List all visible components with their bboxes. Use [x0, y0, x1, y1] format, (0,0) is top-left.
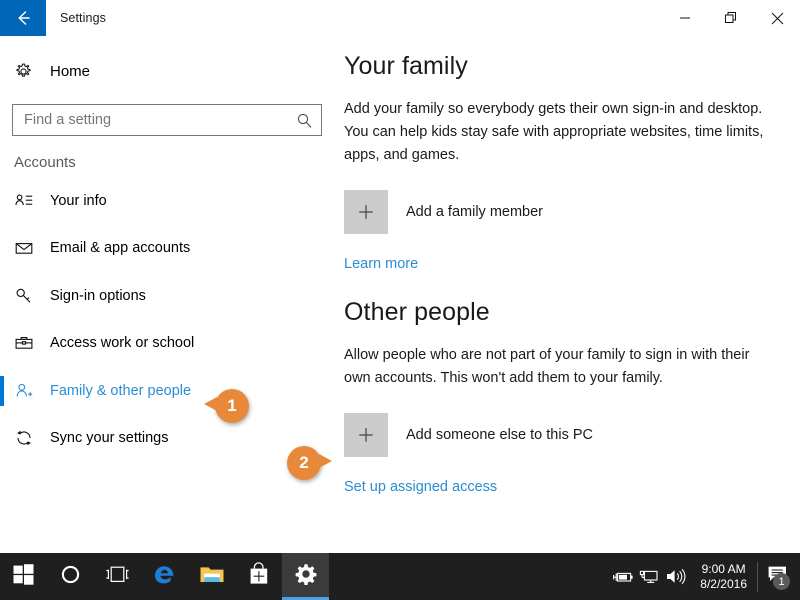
sidebar-item-label: Your info: [50, 192, 107, 209]
add-family-member-label: Add a family member: [406, 204, 543, 220]
set-up-assigned-access-link[interactable]: Set up assigned access: [344, 479, 497, 495]
add-someone-else-label: Add someone else to this PC: [406, 427, 593, 443]
sidebar-item-label: Access work or school: [50, 335, 195, 352]
edge-button[interactable]: [141, 553, 188, 600]
callout-tail: [319, 454, 332, 468]
family-description: Add your family so everybody gets their …: [344, 101, 764, 163]
callout-tail: [204, 397, 217, 411]
minimize-icon: [679, 12, 691, 24]
circle-icon: [60, 564, 81, 590]
sidebar-group-title: Accounts: [14, 154, 76, 171]
plus-icon: [344, 190, 388, 234]
plus-icon: [344, 413, 388, 457]
search-box[interactable]: [12, 104, 322, 136]
page-title-other-people: Other people: [344, 298, 490, 326]
gear-icon: [295, 563, 317, 590]
selection-accent-bar: [0, 234, 4, 264]
page-title-your-family: Your family: [344, 52, 468, 80]
back-arrow-icon: [12, 7, 34, 29]
sidebar-item-label: Sync your settings: [50, 430, 169, 447]
search-icon[interactable]: [292, 112, 313, 129]
action-center-button[interactable]: 1: [758, 553, 796, 600]
restore-button[interactable]: [708, 0, 754, 36]
battery-charging-icon[interactable]: [610, 553, 636, 600]
contact-card-icon: [14, 191, 46, 211]
selection-accent-bar: [0, 424, 4, 454]
task-view-button[interactable]: [94, 553, 141, 600]
sidebar-item-label: Email & app accounts: [50, 240, 191, 257]
taskbar-spacer: [329, 553, 610, 600]
close-button[interactable]: [754, 0, 800, 36]
windows-logo-icon: [13, 563, 34, 590]
sidebar: Home Accounts: [0, 36, 336, 553]
section-divider: [344, 273, 774, 298]
person-add-icon: [14, 381, 46, 401]
selection-accent-bar: [0, 281, 4, 311]
clock-time: 9:00 AM: [701, 561, 746, 576]
other-people-description: Allow people who are not part of your fa…: [344, 347, 750, 386]
notification-badge: 1: [773, 573, 790, 590]
main-content: Your family Add your family so everybody…: [336, 36, 800, 553]
close-icon: [771, 12, 784, 25]
sidebar-nav-list: Your info Email & app accounts Sign-in o…: [0, 177, 336, 462]
selection-accent-bar: [0, 376, 4, 406]
gear-icon: [14, 62, 46, 81]
clock[interactable]: 9:00 AM 8/2/2016: [688, 553, 757, 600]
selection-accent-bar: [0, 329, 4, 359]
settings-button[interactable]: [282, 553, 329, 600]
callout-badge-number: 1: [227, 396, 237, 415]
back-button[interactable]: [0, 0, 46, 36]
sidebar-item-family-other-people[interactable]: Family & other people: [0, 367, 336, 415]
system-tray: 9:00 AM 8/2/2016 1: [610, 553, 800, 600]
title-bar: Settings: [0, 0, 800, 36]
network-monitor-icon[interactable]: [636, 553, 662, 600]
clock-date: 8/2/2016: [700, 576, 747, 591]
key-icon: [14, 286, 46, 306]
add-someone-else-button[interactable]: Add someone else to this PC: [344, 413, 593, 457]
learn-more-link[interactable]: Learn more: [344, 256, 418, 272]
callout-badge-number: 2: [299, 453, 309, 472]
callout-badge-2: 2: [287, 446, 332, 480]
sidebar-home-label: Home: [50, 62, 91, 80]
sidebar-item-access-work-or-school[interactable]: Access work or school: [0, 320, 336, 368]
callout-badge-1: 1: [204, 389, 249, 423]
add-family-member-button[interactable]: Add a family member: [344, 190, 543, 234]
volume-icon[interactable]: [662, 553, 688, 600]
file-explorer-button[interactable]: [188, 553, 235, 600]
minimize-button[interactable]: [662, 0, 708, 36]
store-bag-icon: [248, 562, 270, 591]
sidebar-item-email-app-accounts[interactable]: Email & app accounts: [0, 225, 336, 273]
sync-icon: [14, 428, 46, 448]
briefcase-icon: [14, 333, 46, 353]
start-button[interactable]: [0, 553, 47, 600]
envelope-icon: [14, 238, 46, 258]
cortana-button[interactable]: [47, 553, 94, 600]
sidebar-item-sign-in-options[interactable]: Sign-in options: [0, 272, 336, 320]
task-view-icon: [105, 565, 130, 589]
restore-icon: [724, 11, 738, 25]
taskbar: 9:00 AM 8/2/2016 1: [0, 553, 800, 600]
selection-accent-bar: [0, 186, 4, 216]
search-input[interactable]: [24, 112, 292, 128]
edge-icon: [152, 562, 177, 592]
settings-window: Settings Home Find a setting Accounts Yo…: [0, 0, 800, 600]
sidebar-item-label: Family & other people: [50, 382, 192, 399]
sidebar-item-your-info[interactable]: Your info: [0, 177, 336, 225]
sidebar-item-home[interactable]: Home: [0, 52, 336, 90]
window-title: Settings: [60, 11, 106, 25]
sidebar-item-sync-your-settings[interactable]: Sync your settings: [0, 415, 336, 463]
folder-icon: [199, 564, 225, 590]
store-button[interactable]: [235, 553, 282, 600]
window-controls: [662, 0, 800, 36]
sidebar-item-label: Sign-in options: [50, 287, 146, 304]
